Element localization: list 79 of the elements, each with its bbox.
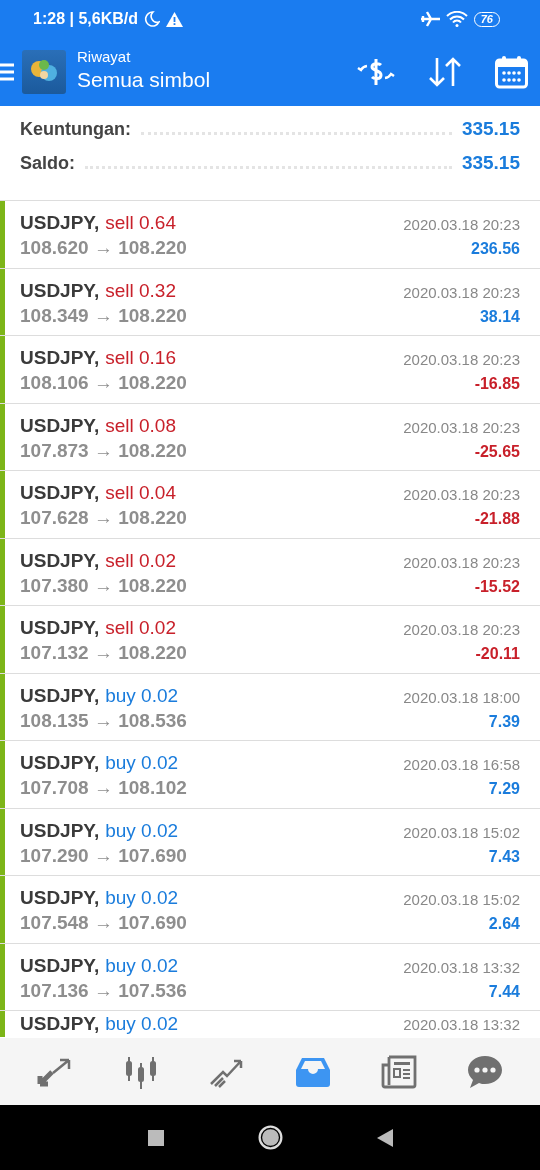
deal-symbol: USDJPY, — [20, 279, 100, 302]
deal-time: 2020.03.18 20:23 — [403, 621, 520, 638]
deal-time: 2020.03.18 13:32 — [403, 1016, 520, 1033]
back-button[interactable] — [376, 1128, 393, 1147]
recents-button[interactable] — [147, 1129, 164, 1146]
deal-type-volume: buy 0.02 — [105, 1013, 179, 1035]
deal-profit: -20.11 — [475, 645, 520, 663]
deal-type-volume: buy 0.02 — [105, 819, 179, 842]
deal-prices: 107.548 → 107.690 — [20, 912, 188, 934]
deal-prices: 107.380 → 108.220 — [20, 574, 188, 597]
deal-type-volume: sell 0.02 — [105, 617, 176, 639]
deal-prices: 107.136 → 107.536 — [20, 979, 188, 1002]
deal-time: 2020.03.18 20:23 — [403, 553, 520, 571]
deal-time: 2020.03.18 20:23 — [403, 216, 520, 233]
deal-profit: 7.29 — [488, 780, 520, 798]
menu-icon[interactable] — [0, 62, 14, 82]
deal-type-volume: buy 0.02 — [105, 684, 179, 707]
deal-prices: 108.135 → 108.536 — [20, 709, 188, 732]
deal-symbol: USDJPY, — [20, 617, 100, 639]
deal-symbol: USDJPY, — [20, 954, 100, 977]
deal-profit: 38.14 — [479, 307, 520, 326]
deal-symbol: USDJPY, — [20, 887, 100, 909]
deal-type-volume: buy 0.02 — [105, 752, 179, 774]
deal-time: 2020.03.18 20:23 — [403, 351, 520, 368]
summary-label: Keuntungan: — [20, 119, 131, 140]
deal-type-volume: buy 0.02 — [105, 954, 179, 977]
warning-icon — [165, 11, 183, 27]
app-logo — [22, 50, 66, 94]
deal-prices: 107.708 → 108.102 — [20, 777, 188, 799]
deal-symbol: USDJPY, — [20, 414, 100, 437]
deal-profit: 236.56 — [471, 240, 520, 258]
deal-profit: -21.88 — [474, 510, 520, 528]
deal-profit: 7.39 — [488, 712, 520, 731]
deal-time: 2020.03.18 15:02 — [403, 823, 520, 841]
deal-symbol: USDJPY, — [20, 684, 100, 707]
deal-type-volume: sell 0.08 — [105, 414, 176, 437]
deal-symbol: USDJPY, — [20, 482, 100, 504]
deal-time: 2020.03.18 20:23 — [403, 486, 520, 503]
deal-profit: 2.64 — [488, 915, 520, 933]
deal-time: 2020.03.18 13:32 — [403, 958, 520, 976]
deal-profit: 7.43 — [488, 847, 520, 866]
screen-title[interactable]: Semua simbol — [77, 68, 357, 92]
deal-symbol: USDJPY, — [20, 752, 100, 774]
deal-symbol: USDJPY, — [20, 347, 100, 369]
deal-symbol: USDJPY, — [20, 549, 100, 572]
deal-prices: 107.873 → 108.220 — [20, 439, 188, 462]
summary-label: Saldo: — [20, 153, 75, 174]
screen-subtitle: Riwayat — [77, 48, 132, 65]
deal-time: 2020.03.18 16:58 — [403, 756, 520, 773]
deal-prices: 108.106 → 108.220 — [20, 372, 188, 394]
wifi-icon — [445, 11, 468, 27]
deal-time: 2020.03.18 18:00 — [403, 688, 520, 706]
deal-symbol: USDJPY, — [20, 212, 100, 234]
airplane-icon — [420, 11, 440, 27]
deal-prices: 107.290 → 107.690 — [20, 844, 188, 867]
deal-time: 2020.03.18 20:23 — [403, 418, 520, 436]
deal-profit: -25.65 — [474, 442, 520, 461]
deal-type-volume: sell 0.32 — [105, 279, 176, 302]
deal-prices: 107.628 → 108.220 — [20, 507, 188, 529]
deal-profit: -16.85 — [474, 375, 520, 393]
deal-type-volume: sell 0.64 — [105, 212, 176, 234]
deal-type-volume: buy 0.02 — [105, 887, 179, 909]
deal-time: 2020.03.18 20:23 — [403, 283, 520, 301]
deal-type-volume: sell 0.02 — [105, 549, 176, 572]
status-time: 1:28 | 5,6KB/d — [33, 10, 138, 28]
deal-type-volume: sell 0.04 — [105, 482, 176, 504]
moon-icon — [143, 11, 160, 27]
deal-type-volume: sell 0.16 — [105, 347, 176, 369]
deal-symbol: USDJPY, — [20, 819, 100, 842]
deal-symbol: USDJPY, — [20, 1013, 100, 1035]
deal-prices: 107.132 → 108.220 — [20, 642, 188, 664]
deal-prices: 108.620 → 108.220 — [20, 237, 188, 259]
home-button[interactable] — [257, 1125, 283, 1150]
deal-profit: 7.44 — [488, 982, 520, 1001]
summary-value: 335.15 — [461, 118, 520, 140]
deal-prices: 108.349 → 108.220 — [20, 304, 188, 327]
deal-time: 2020.03.18 15:02 — [403, 891, 520, 908]
deal-profit: -15.52 — [474, 577, 520, 596]
summary-value: 335.15 — [461, 152, 520, 174]
